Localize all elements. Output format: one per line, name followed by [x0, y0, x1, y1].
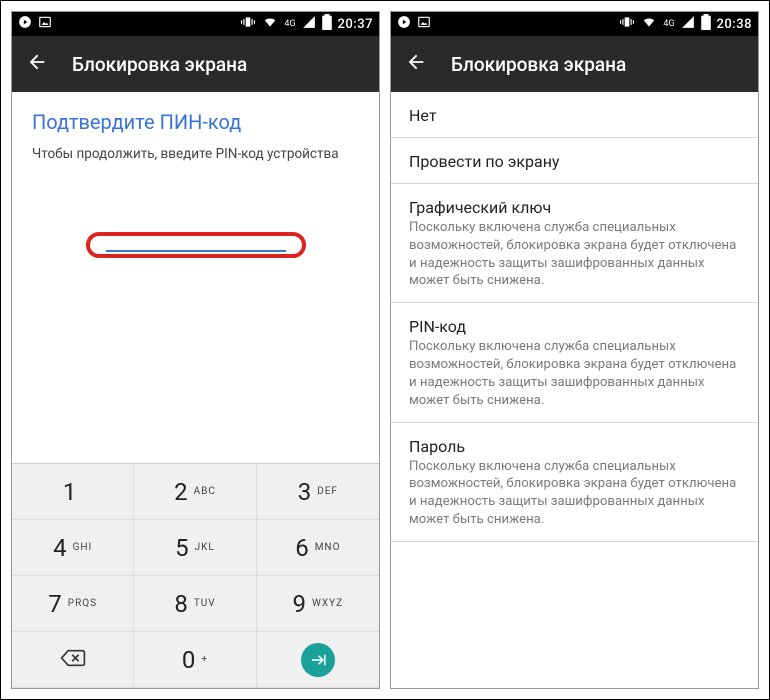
network-label: 4G	[663, 19, 674, 29]
signal-icon	[302, 15, 316, 33]
image-icon	[38, 15, 52, 33]
phone-right: 4G 20:38 Блокировка экрана Нет	[390, 11, 759, 689]
key-8[interactable]: 8TUV	[134, 576, 256, 632]
play-icon	[397, 15, 411, 33]
play-icon	[18, 15, 32, 33]
app-bar-title: Блокировка экрана	[72, 53, 247, 76]
confirm-subtitle: Чтобы продолжить, введите PIN-код устрой…	[32, 146, 359, 162]
option-pin[interactable]: PIN-код Поскольку включена служба специа…	[391, 303, 758, 422]
enter-icon	[301, 643, 335, 677]
phone-left: 4G 20:37 Блокировка экрана Подтвердите П…	[11, 11, 380, 689]
app-bar: Блокировка экрана	[391, 36, 758, 92]
image-icon	[417, 15, 431, 33]
signal-icon	[681, 15, 695, 33]
key-1[interactable]: 1	[12, 464, 134, 520]
status-bar: 4G 20:38	[391, 12, 758, 36]
key-backspace[interactable]	[12, 632, 134, 688]
pin-input-callout	[86, 232, 306, 258]
battery-icon	[322, 14, 332, 34]
app-bar: Блокировка экрана	[12, 36, 379, 92]
app-bar-title: Блокировка экрана	[451, 53, 626, 76]
key-3[interactable]: 3DEF	[257, 464, 379, 520]
lock-options-list: Нет Провести по экрану Графический ключ …	[391, 92, 758, 542]
confirm-title: Подтвердите ПИН-код	[32, 110, 359, 134]
keypad: 1 2ABC 3DEF 4GHI 5JKL 6MNO 7PRQS 8TUV 9W…	[12, 463, 379, 688]
option-pattern[interactable]: Графический ключ Поскольку включена служ…	[391, 184, 758, 303]
key-enter[interactable]	[257, 632, 379, 688]
battery-icon	[701, 14, 711, 34]
pin-input[interactable]	[106, 250, 286, 252]
status-bar: 4G 20:37	[12, 12, 379, 36]
key-7[interactable]: 7PRQS	[12, 576, 134, 632]
clock-label: 20:37	[338, 17, 373, 32]
key-2[interactable]: 2ABC	[134, 464, 256, 520]
key-6[interactable]: 6MNO	[257, 520, 379, 576]
key-4[interactable]: 4GHI	[12, 520, 134, 576]
backspace-icon	[60, 648, 86, 672]
option-password[interactable]: Пароль Поскольку включена служба специал…	[391, 423, 758, 542]
option-swipe[interactable]: Провести по экрану	[391, 138, 758, 184]
vibrate-icon	[240, 15, 256, 33]
vibrate-icon	[619, 15, 635, 33]
option-none[interactable]: Нет	[391, 92, 758, 138]
back-icon[interactable]	[405, 51, 427, 77]
key-9[interactable]: 9WXYZ	[257, 576, 379, 632]
key-0[interactable]: 0+	[134, 632, 256, 688]
wifi-icon	[262, 15, 278, 33]
back-icon[interactable]	[26, 51, 48, 77]
key-5[interactable]: 5JKL	[134, 520, 256, 576]
clock-label: 20:38	[717, 17, 752, 32]
network-label: 4G	[284, 19, 295, 29]
wifi-icon	[641, 15, 657, 33]
